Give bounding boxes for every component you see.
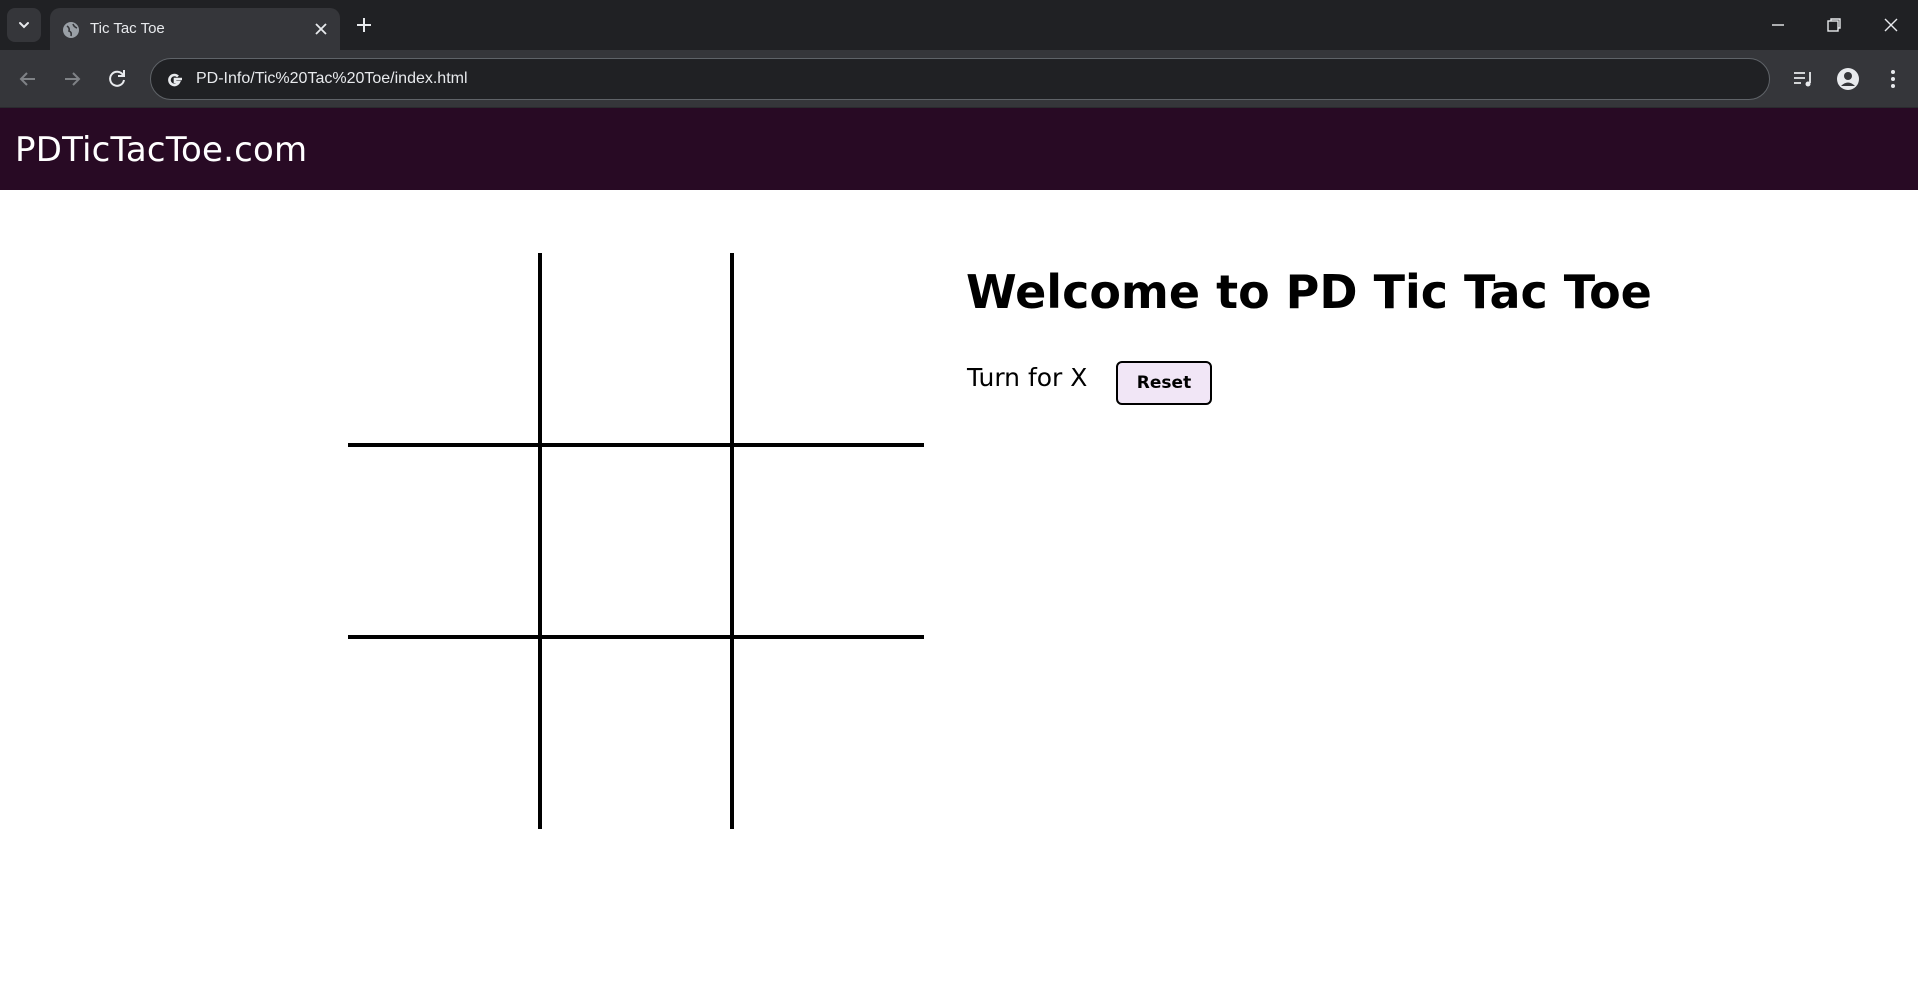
site-header: PDTicTacToe.com bbox=[0, 108, 1918, 190]
tab-search-button[interactable] bbox=[7, 8, 41, 42]
forward-icon[interactable] bbox=[58, 65, 86, 93]
grid-line bbox=[538, 253, 542, 829]
grid-line bbox=[348, 443, 924, 447]
grid-line bbox=[730, 253, 734, 829]
site-brand[interactable]: PDTicTacToe.com bbox=[15, 130, 307, 170]
board-cell-8[interactable] bbox=[540, 637, 732, 829]
google-icon bbox=[168, 73, 182, 87]
plus-icon[interactable] bbox=[352, 13, 376, 37]
tab-title: Tic Tac Toe bbox=[90, 20, 165, 37]
board-cell-2[interactable] bbox=[540, 253, 732, 445]
grid-line bbox=[348, 635, 924, 639]
game-board bbox=[348, 253, 924, 829]
board-cell-3[interactable] bbox=[732, 253, 924, 445]
board-cell-1[interactable] bbox=[348, 253, 540, 445]
board-cell-9[interactable] bbox=[732, 637, 924, 829]
media-icon[interactable] bbox=[1789, 65, 1817, 93]
chevron-down-icon bbox=[19, 22, 29, 29]
close-icon[interactable] bbox=[312, 20, 330, 38]
board-cell-4[interactable] bbox=[348, 445, 540, 637]
url-text: PD-Info/Tic%20Tac%20Toe/index.html bbox=[196, 70, 468, 87]
browser-toolbar: PD-Info/Tic%20Tac%20Toe/index.html bbox=[0, 50, 1918, 108]
turn-status: Turn for X bbox=[967, 363, 1088, 392]
window-close-icon[interactable] bbox=[1879, 13, 1903, 37]
minimize-icon[interactable] bbox=[1766, 13, 1790, 37]
address-bar[interactable]: PD-Info/Tic%20Tac%20Toe/index.html bbox=[150, 58, 1770, 100]
tab-strip: Tic Tac Toe bbox=[0, 0, 1918, 50]
profile-icon[interactable] bbox=[1834, 65, 1862, 93]
reset-button[interactable]: Reset bbox=[1116, 361, 1212, 405]
menu-icon[interactable] bbox=[1879, 65, 1907, 93]
board-cell-5[interactable] bbox=[540, 445, 732, 637]
restore-icon[interactable] bbox=[1822, 13, 1846, 37]
board-cell-6[interactable] bbox=[732, 445, 924, 637]
reload-icon[interactable] bbox=[103, 65, 131, 93]
globe-icon bbox=[63, 22, 79, 38]
back-icon[interactable] bbox=[14, 65, 42, 93]
page-title: Welcome to PD Tic Tac Toe bbox=[966, 265, 1652, 319]
browser-tab[interactable]: Tic Tac Toe bbox=[50, 8, 340, 50]
board-cell-7[interactable] bbox=[348, 637, 540, 829]
